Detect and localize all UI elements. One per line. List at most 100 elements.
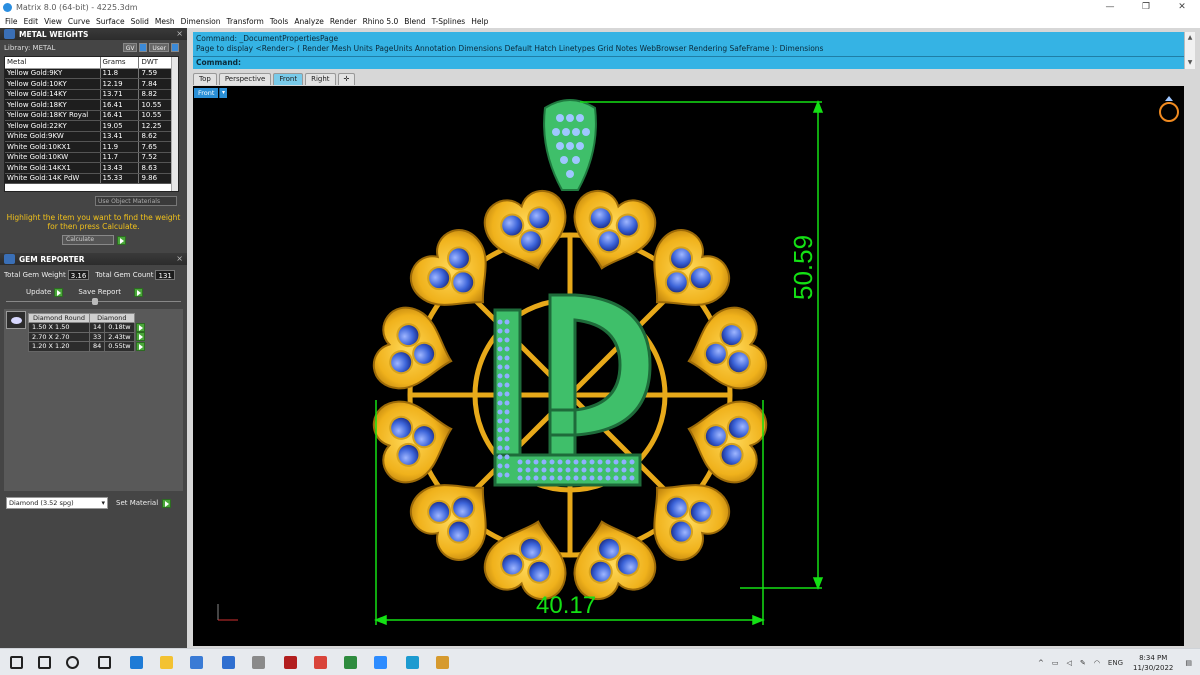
table-row[interactable]: 1.20 X 1.20 84 0.55tw xyxy=(28,341,146,352)
size-slider[interactable] xyxy=(6,298,181,305)
menu-render[interactable]: Render xyxy=(327,17,360,26)
zoom-icon[interactable] xyxy=(374,656,387,669)
chrome-icon[interactable] xyxy=(314,656,327,669)
metal-scrollbar[interactable] xyxy=(171,57,178,191)
metal-dwt: 12.25 xyxy=(138,120,173,132)
minimize-button[interactable]: — xyxy=(1092,0,1128,14)
network-icon[interactable]: ▭ xyxy=(1052,659,1059,667)
menu-mesh[interactable]: Mesh xyxy=(152,17,178,26)
table-row[interactable]: Yellow Gold:18KY Royal 16.41 10.55 xyxy=(5,110,173,121)
menu-curve[interactable]: Curve xyxy=(65,17,93,26)
pen-icon[interactable]: ✎ xyxy=(1080,659,1086,667)
menu-tools[interactable]: Tools xyxy=(267,17,291,26)
save-report-go-icon[interactable] xyxy=(133,287,143,297)
notifications-icon[interactable]: ▤ xyxy=(1185,659,1192,667)
task-view-icon[interactable] xyxy=(98,656,111,669)
table-row[interactable]: White Gold:9KW 13.41 8.62 xyxy=(5,131,173,142)
use-object-materials[interactable]: Use Object Materials xyxy=(95,196,177,206)
calculate-button[interactable]: Calculate xyxy=(62,235,114,245)
calculate-go-icon[interactable] xyxy=(117,235,126,245)
col-metal[interactable]: Metal xyxy=(5,57,100,69)
tab-right[interactable]: Right xyxy=(305,73,336,85)
menu-solid[interactable]: Solid xyxy=(128,17,152,26)
user-button[interactable]: User xyxy=(149,43,170,52)
scroll-down-icon[interactable]: ▼ xyxy=(1185,57,1195,69)
scroll-up-icon[interactable]: ▲ xyxy=(1185,32,1195,44)
slider-knob[interactable] xyxy=(92,298,98,305)
close-button[interactable]: ✕ xyxy=(1164,0,1200,14)
table-row[interactable]: Yellow Gold:22KY 19.05 12.25 xyxy=(5,120,173,132)
update-go-icon[interactable] xyxy=(54,287,64,297)
excel-icon[interactable] xyxy=(344,656,357,669)
set-material-button[interactable]: Set Material xyxy=(116,499,158,507)
ring-icon[interactable] xyxy=(1159,96,1179,122)
app-icon[interactable] xyxy=(284,656,297,669)
restore-button[interactable]: ❐ xyxy=(1128,0,1164,14)
wifi-icon[interactable]: ◠ xyxy=(1094,659,1100,667)
edge-icon[interactable] xyxy=(130,656,143,669)
menu-edit[interactable]: Edit xyxy=(21,17,42,26)
tab-front[interactable]: Front xyxy=(273,73,304,85)
menu-rhino[interactable]: Rhino 5.0 xyxy=(360,17,402,26)
blue-toggle[interactable] xyxy=(171,43,179,52)
table-row[interactable]: 1.50 X 1.50 14 0.18tw xyxy=(28,322,146,333)
table-row[interactable]: 2.70 X 2.70 33 2.43tw xyxy=(28,331,146,342)
clock[interactable]: 8:34 PM 11/30/2022 xyxy=(1133,653,1173,673)
close-icon[interactable]: × xyxy=(176,29,183,38)
heart-setting xyxy=(372,306,453,390)
app-icon[interactable] xyxy=(406,656,419,669)
rhino-icon[interactable] xyxy=(436,656,449,669)
windows-icon[interactable] xyxy=(10,656,23,669)
menu-analyze[interactable]: Analyze xyxy=(291,17,327,26)
table-row[interactable]: Yellow Gold:10KY 12.19 7.84 xyxy=(5,78,173,90)
store-icon[interactable] xyxy=(190,656,203,669)
menu-dimension[interactable]: Dimension xyxy=(178,17,224,26)
select-gem-go-icon[interactable] xyxy=(135,341,145,351)
menu-file[interactable]: File xyxy=(2,17,21,26)
total-weight-value: 3.16 xyxy=(67,270,90,280)
table-row[interactable]: White Gold:14K PdW 15.33 9.86 xyxy=(5,173,173,184)
front-viewport[interactable] xyxy=(193,86,1184,646)
save-report-button[interactable]: Save Report xyxy=(78,288,121,296)
command-scrollbar[interactable]: ▲ ▼ xyxy=(1184,32,1195,69)
tab-perspective[interactable]: Perspective xyxy=(218,73,272,85)
select-gem-go-icon[interactable] xyxy=(135,322,145,332)
tray-up-icon[interactable]: ^ xyxy=(1038,659,1044,667)
viewport-label[interactable]: Front xyxy=(194,88,219,98)
table-row[interactable]: White Gold:10KX1 11.9 7.65 xyxy=(5,141,173,153)
menu-surface[interactable]: Surface xyxy=(93,17,128,26)
metal-table[interactable]: Metal Grams DWT Yellow Gold:9KY 11.8 7.59 Y… xyxy=(4,56,179,192)
blue-toggle[interactable] xyxy=(139,43,148,52)
command-prompt[interactable]: Command: xyxy=(196,58,241,67)
menu-view[interactable]: View xyxy=(41,17,65,26)
menu-tsplines[interactable]: T-Splines xyxy=(429,17,469,26)
table-row[interactable]: Yellow Gold:18KY 16.41 10.55 xyxy=(5,99,173,111)
menu-transform[interactable]: Transform xyxy=(224,17,267,26)
diamond-thumbnail-icon xyxy=(6,311,26,329)
material-select[interactable]: Diamond (3.52 spg) xyxy=(6,497,108,509)
menu-help[interactable]: Help xyxy=(468,17,491,26)
close-icon[interactable]: × xyxy=(176,254,183,263)
table-row[interactable]: White Gold:10KW 11.7 7.52 xyxy=(5,152,173,163)
table-row[interactable]: Yellow Gold:9KY 11.8 7.59 xyxy=(5,68,173,79)
table-row[interactable]: Yellow Gold:14KY 13.71 8.82 xyxy=(5,89,173,100)
update-button[interactable]: Update xyxy=(26,288,51,296)
clock-date: 11/30/2022 xyxy=(1133,663,1174,672)
viewport-dropdown-icon[interactable]: ▾ xyxy=(219,88,227,98)
select-gem-go-icon[interactable] xyxy=(135,332,145,342)
cortana-icon[interactable] xyxy=(66,656,79,669)
tab-add[interactable]: ✛ xyxy=(337,73,356,85)
set-material-go-icon[interactable] xyxy=(162,498,172,508)
table-row[interactable]: White Gold:14KX1 13.43 8.63 xyxy=(5,162,173,174)
mail-icon[interactable] xyxy=(222,656,235,669)
menu-blend[interactable]: Blend xyxy=(401,17,428,26)
col-grams[interactable]: Grams xyxy=(99,57,139,69)
language-indicator[interactable]: ENG xyxy=(1108,659,1123,667)
search-icon[interactable] xyxy=(38,656,51,669)
tab-top[interactable]: Top xyxy=(193,73,217,85)
volume-icon[interactable]: ◁ xyxy=(1067,659,1072,667)
gv-button[interactable]: GV xyxy=(122,43,138,52)
file-explorer-icon[interactable] xyxy=(160,656,173,669)
app-icon[interactable] xyxy=(252,656,265,669)
col-dwt[interactable]: DWT xyxy=(138,57,173,69)
